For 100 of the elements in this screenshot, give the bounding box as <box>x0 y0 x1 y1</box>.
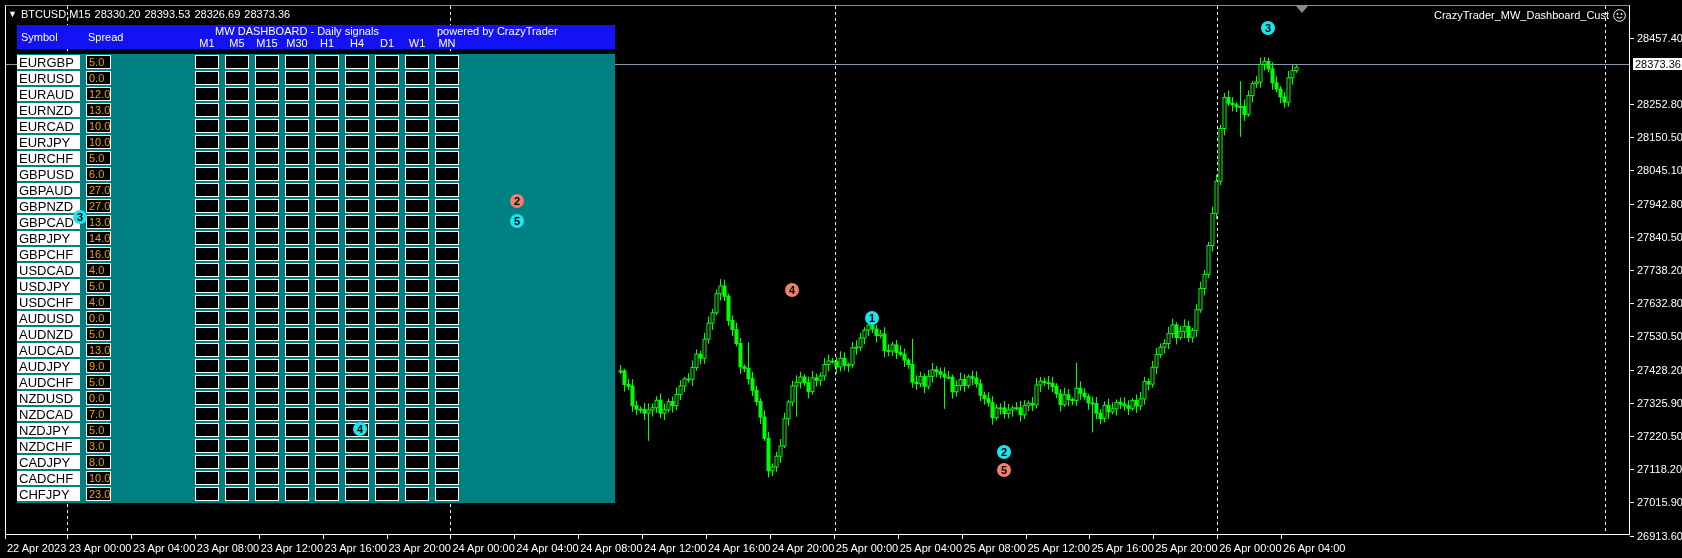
signal-cell <box>315 215 339 229</box>
signal-cell <box>285 375 309 389</box>
signal-cell <box>255 375 279 389</box>
signal-cell <box>375 151 399 165</box>
signal-cell <box>375 119 399 133</box>
signal-cell <box>255 279 279 293</box>
time-label: 23 Apr 00:00 <box>69 542 132 554</box>
signal-cell <box>225 311 249 325</box>
smiley-icon[interactable] <box>1613 9 1626 22</box>
spread-cell: 27.0 <box>86 199 111 213</box>
signal-cell <box>405 471 429 485</box>
signal-cell <box>435 183 459 197</box>
signal-cell <box>435 471 459 485</box>
signal-cell <box>195 151 219 165</box>
signal-cell <box>285 215 309 229</box>
current-price-tag: 28373.36 <box>1633 58 1682 70</box>
signal-cell <box>315 71 339 85</box>
spread-cell: 13.0 <box>86 343 111 357</box>
signal-cell <box>285 295 309 309</box>
signal-cell <box>195 279 219 293</box>
signal-cell <box>195 167 219 181</box>
signal-cell <box>375 439 399 453</box>
signal-cell <box>255 151 279 165</box>
signal-cell <box>405 119 429 133</box>
signal-cell <box>375 199 399 213</box>
shift-marker-icon[interactable] <box>1296 6 1308 13</box>
signal-cell <box>315 327 339 341</box>
signal-cell <box>405 391 429 405</box>
symbol-cell: EURCHF <box>17 151 80 165</box>
signal-cell <box>195 247 219 261</box>
price-label: 28150.50 <box>1637 131 1682 144</box>
signal-cell <box>285 71 309 85</box>
signal-cell <box>255 439 279 453</box>
signal-cell <box>345 407 369 421</box>
signal-cell <box>315 487 339 501</box>
time-label: 22 Apr 2023 <box>7 542 67 554</box>
price-label: 27530.50 <box>1637 330 1682 343</box>
spread-cell: 0.0 <box>86 311 111 325</box>
signal-cell <box>435 119 459 133</box>
signal-cell <box>345 247 369 261</box>
time-label: 24 Apr 20:00 <box>771 542 835 554</box>
signal-cell <box>375 183 399 197</box>
signal-cell <box>405 311 429 325</box>
symbol-label: BTCUSD,M15 <box>20 7 91 21</box>
symbol-cell: USDCHF <box>17 295 80 309</box>
symbol-cell: NZDJPY <box>17 423 80 437</box>
signal-cell <box>435 263 459 277</box>
timeframe-heading: M30 <box>285 37 309 49</box>
spread-cell: 27.0 <box>86 183 111 197</box>
signal-cell <box>345 439 369 453</box>
signal-cell <box>375 375 399 389</box>
time-label: 25 Apr 00:00 <box>835 542 899 554</box>
signal-cell <box>225 455 249 469</box>
spread-cell: 5.0 <box>86 423 111 437</box>
signal-cell <box>255 471 279 485</box>
signal-cell <box>315 311 339 325</box>
signal-cell <box>315 343 339 357</box>
signal-cell <box>285 279 309 293</box>
price-value: 28326.69 <box>194 7 241 21</box>
signal-cell <box>435 151 459 165</box>
signal-cell <box>255 359 279 373</box>
signal-cell <box>345 215 369 229</box>
signal-cell <box>315 247 339 261</box>
timeframe-heading: M5 <box>228 37 246 49</box>
spread-cell: 13.0 <box>86 103 111 117</box>
signal-cell <box>345 279 369 293</box>
signal-cell <box>285 103 309 117</box>
signal-cell <box>195 119 219 133</box>
price-label: 27118.20 <box>1637 463 1682 476</box>
price-label: 27632.80 <box>1637 297 1682 310</box>
signal-cell <box>405 215 429 229</box>
signal-cell <box>375 423 399 437</box>
signal-cell <box>225 71 249 85</box>
signal-cell <box>285 199 309 213</box>
signal-cell <box>315 391 339 405</box>
signal-cell <box>405 55 429 69</box>
spread-cell: 6.0 <box>86 167 111 181</box>
spread-cell: 5.0 <box>86 327 111 341</box>
signal-cell <box>435 407 459 421</box>
signal-cell <box>345 295 369 309</box>
time-label: 26 Apr 04:00 <box>1283 542 1346 554</box>
signal-cell <box>435 71 459 85</box>
signal-cell <box>195 439 219 453</box>
signal-cell <box>405 359 429 373</box>
signal-cell <box>285 151 309 165</box>
column-heading: Symbol <box>20 31 59 43</box>
spread-cell: 14.0 <box>86 231 111 245</box>
symbol-cell: USDJPY <box>17 279 80 293</box>
signal-cell <box>255 407 279 421</box>
signal-cell <box>435 423 459 437</box>
collapse-arrow[interactable]: ▼ <box>8 7 17 21</box>
time-label: 26 Apr 00:00 <box>1219 542 1282 554</box>
price-label: 28045.10 <box>1637 164 1682 177</box>
signal-cell <box>435 215 459 229</box>
price-label: 27942.80 <box>1637 197 1682 210</box>
time-label: 23 Apr 08:00 <box>196 542 260 554</box>
signal-cell <box>225 279 249 293</box>
signal-cell <box>435 199 459 213</box>
symbol-cell: EURUSD <box>17 71 80 85</box>
price-label: 28252.80 <box>1637 97 1682 110</box>
